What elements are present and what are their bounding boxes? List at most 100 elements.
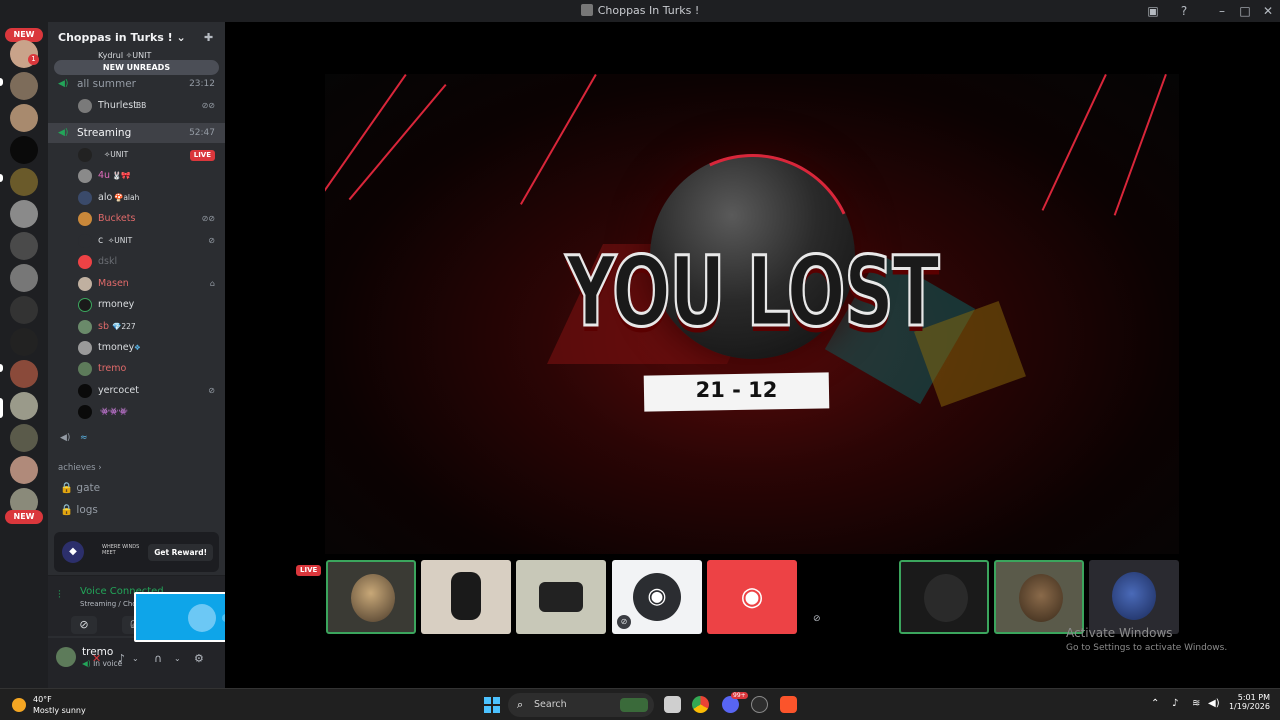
server-icon[interactable] <box>10 104 38 132</box>
brave-icon[interactable] <box>780 696 797 713</box>
stream-video[interactable]: YOU LOST 21 - 12 <box>325 74 1179 554</box>
muted-deafened-icon: ⊘⊘ <box>201 214 215 223</box>
server-icon[interactable] <box>10 456 38 484</box>
new-unreads-pill[interactable]: NEW UNREADS <box>54 60 219 75</box>
participant-tile[interactable] <box>326 560 416 634</box>
participant-tile[interactable]: ◉ ⊘ <box>612 560 702 634</box>
text-channel-gate[interactable]: 🔒 gate <box>60 481 100 494</box>
close-button[interactable]: ✕ <box>1260 3 1276 19</box>
user-name: dskl <box>98 256 118 267</box>
invite-people-icon[interactable]: ✚ <box>204 31 216 44</box>
server-icon[interactable] <box>10 232 38 260</box>
chrome-icon[interactable] <box>692 696 709 713</box>
wifi-icon[interactable]: ≋ <box>1192 698 1200 709</box>
file-explorer-icon[interactable] <box>664 696 681 713</box>
discord-taskbar-icon[interactable]: 99+ <box>722 692 748 713</box>
channel-name: all summer <box>77 78 136 90</box>
windows-taskbar: 40°F Mostly sunny ⌕ Search 99+ ⌃ ♪ ≋ ◀) … <box>0 688 1280 720</box>
volume-icon[interactable]: ◀) <box>1208 698 1220 709</box>
start-button[interactable] <box>484 697 500 713</box>
headphones-icon[interactable]: ∩ <box>154 652 162 665</box>
taskbar-search[interactable]: ⌕ Search <box>508 693 654 717</box>
steam-icon[interactable] <box>751 696 768 713</box>
avatar[interactable] <box>56 647 76 667</box>
server-icon[interactable] <box>10 168 38 196</box>
avatar <box>539 582 583 612</box>
inbox-icon[interactable]: ▣ <box>1145 3 1161 19</box>
voice-user-row[interactable]: tremo <box>48 359 225 379</box>
avatar <box>351 574 395 622</box>
user-tag: ✧UNIT <box>108 236 133 245</box>
chevron-down-icon[interactable]: ⌄ <box>174 654 181 663</box>
category-name: achieves <box>58 463 96 473</box>
chevron-down-icon: ⌄ <box>176 31 186 44</box>
taskbar-clock[interactable]: 5:01 PM 1/19/2026 <box>1226 693 1270 711</box>
voice-user-row[interactable]: c ✧UNIT ⊘ <box>48 231 225 251</box>
voice-user-row[interactable]: 4u 🐰🎀 <box>48 166 225 186</box>
title-bar: Choppas In Turks ! ▣ ? – □ ✕ <box>0 0 1280 22</box>
search-icon: ⌕ <box>517 698 524 711</box>
tray-chevron-up-icon[interactable]: ⌃ <box>1151 698 1159 709</box>
user-name: 4u <box>98 170 111 181</box>
user-panel: tremo ◀) In voice ✕ ♪ ⌄ ∩ ⌄ ⚙ <box>48 638 225 688</box>
voice-user-row[interactable]: alo 🍄alah <box>48 188 225 208</box>
game-score: 21 - 12 <box>695 378 778 402</box>
server-icon[interactable] <box>10 136 38 164</box>
voice-user-row[interactable]: dskl <box>48 252 225 272</box>
text-channel-logs[interactable]: 🔒 logs <box>60 503 98 516</box>
avatar <box>78 384 92 398</box>
avatar <box>924 574 968 622</box>
server-icon[interactable] <box>10 264 38 292</box>
settings-gear-icon[interactable]: ⚙ <box>194 652 204 665</box>
participant-tile[interactable] <box>421 560 511 634</box>
chevron-down-icon[interactable]: ⌄ <box>132 654 139 663</box>
voice-user-row[interactable]: rmoney <box>48 295 225 315</box>
voice-user-row[interactable]: ✧UNIT LIVE <box>48 145 225 165</box>
voice-user-row[interactable]: tmoney ❖ <box>48 338 225 358</box>
clock-time: 5:01 PM <box>1237 693 1270 702</box>
voice-user-row[interactable]: Buckets ⊘⊘ <box>48 209 225 229</box>
participant-tile[interactable]: ⊘ <box>805 560 895 634</box>
voice-user-row[interactable]: 👾👾👾 <box>48 402 225 422</box>
verified-badge-icon: ❖ <box>134 343 141 352</box>
participant-tile[interactable] <box>1089 560 1179 634</box>
server-icon[interactable] <box>10 328 38 356</box>
voice-channel-extra[interactable]: ◀) ≈ <box>48 428 225 448</box>
user-name: Masen <box>98 278 129 289</box>
participant-tile[interactable]: ◉ <box>707 560 797 634</box>
participant-tile[interactable] <box>994 560 1084 634</box>
participant-tile[interactable] <box>516 560 606 634</box>
new-pill-bottom[interactable]: NEW <box>5 510 43 524</box>
server-icon[interactable] <box>10 424 38 452</box>
selected-indicator <box>0 398 3 418</box>
participant-tile[interactable] <box>899 560 989 634</box>
channel-sidebar: Choppas in Turks ! ⌄ ✚ Kydrul ✧UNIT NEW … <box>48 22 225 688</box>
mention-badge: 1 <box>28 54 39 65</box>
get-reward-button[interactable]: Get Reward! <box>148 544 213 561</box>
voice-channel-streaming[interactable]: ◀) Streaming 52:47 <box>48 123 225 143</box>
participant-tile-stream[interactable]: LIVE <box>231 560 321 634</box>
signal-icon[interactable]: ⫶ <box>58 588 61 602</box>
microphone-tray-icon[interactable]: ♪ <box>1172 698 1178 709</box>
game-result-headline: YOU LOST <box>565 235 941 350</box>
category-achieves[interactable]: achieves › <box>58 463 102 473</box>
controller-icon[interactable]: ✕ <box>92 652 101 665</box>
window-title: Choppas In Turks ! <box>0 4 1280 17</box>
voice-channel-all-summer[interactable]: ◀) all summer 23:12 <box>48 74 225 94</box>
server-icon[interactable] <box>10 72 38 100</box>
server-icon-selected[interactable] <box>10 392 38 420</box>
voice-user-row[interactable]: sb 💎227 <box>48 317 225 337</box>
voice-user-row[interactable]: Thurlest BB ⊘⊘ <box>48 96 225 116</box>
maximize-button[interactable]: □ <box>1237 3 1253 19</box>
server-icon[interactable] <box>10 360 38 388</box>
help-icon[interactable]: ? <box>1176 3 1192 19</box>
server-icon[interactable] <box>10 296 38 324</box>
camera-off-icon[interactable]: ⊘ <box>71 616 97 634</box>
voice-user-row[interactable]: Masen ⌂ <box>48 274 225 294</box>
microphone-icon[interactable]: ♪ <box>118 652 125 665</box>
minimize-button[interactable]: – <box>1214 3 1230 19</box>
server-list: NEW 1 NEW <box>0 22 48 688</box>
server-icon[interactable] <box>10 200 38 228</box>
voice-user-row[interactable]: yercocet ⊘ <box>48 381 225 401</box>
activate-windows-watermark: Activate Windows <box>1066 626 1173 640</box>
